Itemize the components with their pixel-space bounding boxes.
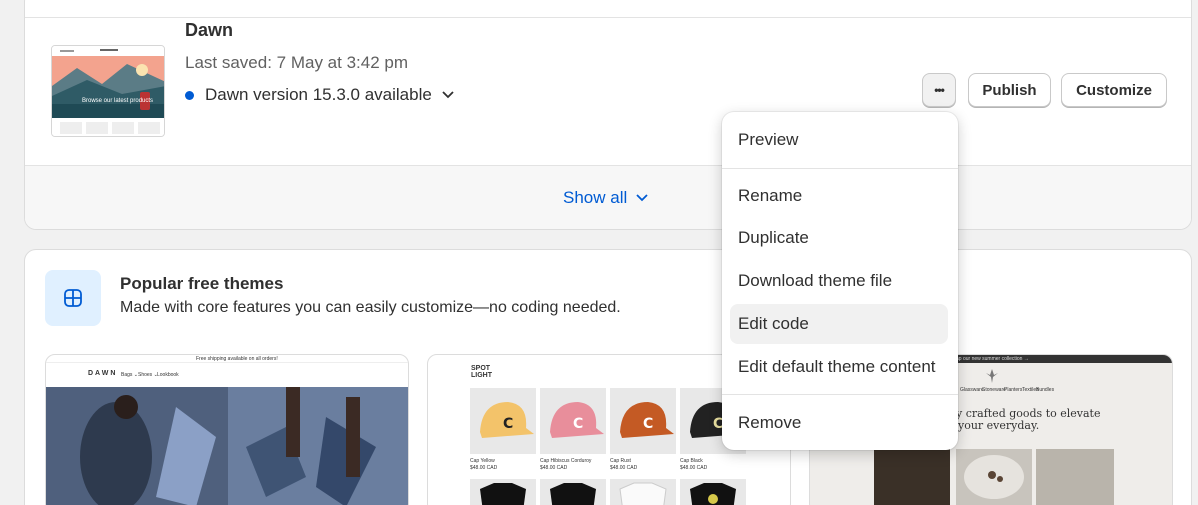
popular-themes-subtitle: Made with core features you can easily c…: [120, 299, 621, 316]
product-price: $48.00 CAD: [610, 465, 638, 471]
preview-logo-line2: LIGHT: [471, 372, 492, 379]
preview-nav-item: Bags ⌄: [121, 372, 138, 378]
theme-preview-dawn[interactable]: Free shipping available on all orders! D…: [45, 354, 409, 505]
customize-button[interactable]: Customize: [1061, 73, 1167, 107]
theme-thumbnail-image: [52, 46, 164, 136]
card-top-strip: [25, 0, 1191, 18]
svg-text:C: C: [503, 416, 513, 432]
svg-text:C: C: [643, 416, 653, 432]
chevron-down-icon[interactable]: [442, 91, 454, 99]
show-all-label: Show all: [563, 188, 628, 207]
popular-themes-title: Popular free themes: [120, 274, 284, 293]
menu-item-edit-default-content[interactable]: Edit default theme content: [730, 347, 948, 387]
chevron-down-icon: [636, 194, 648, 202]
menu-item-download[interactable]: Download theme file: [730, 261, 948, 301]
menu-divider: [722, 394, 958, 395]
preview-hero-image: [874, 449, 1114, 505]
brand-logo-icon: [986, 369, 998, 383]
preview-nav-item: Glassware: [960, 387, 984, 393]
theme-layout-icon: [45, 270, 101, 326]
svg-text:C: C: [573, 416, 583, 432]
preview-banner-text: Free shipping available on all orders!: [196, 356, 278, 362]
product-image: C: [470, 388, 536, 454]
product-name: Cap Yellow: [470, 458, 495, 464]
preview-banner-text: ap our new summer collection →: [956, 356, 1029, 362]
preview-hero-image: [46, 387, 408, 505]
version-notice[interactable]: Dawn version 15.3.0 available: [185, 85, 454, 105]
preview-nav-item: Lookbook: [157, 372, 179, 378]
product-price: $48.00 CAD: [680, 465, 708, 471]
ellipsis-icon: •••: [934, 83, 945, 97]
publish-button[interactable]: Publish: [968, 73, 1051, 107]
product-image: [680, 479, 746, 505]
product-name: Cap Rust: [610, 458, 631, 464]
status-dot-icon: [185, 90, 194, 100]
menu-divider: [722, 168, 958, 169]
show-all-link[interactable]: Show all: [563, 188, 648, 208]
menu-item-rename[interactable]: Rename: [730, 176, 948, 216]
preview-nav-item: Shoes ⌄: [138, 372, 158, 378]
menu-item-remove[interactable]: Remove: [730, 403, 948, 443]
menu-item-edit-code[interactable]: Edit code: [730, 304, 948, 344]
product-price: $48.00 CAD: [470, 465, 498, 471]
product-image: C: [610, 388, 676, 454]
menu-item-duplicate[interactable]: Duplicate: [730, 218, 948, 258]
theme-thumbnail[interactable]: Browse our latest products: [51, 45, 165, 137]
product-image: [610, 479, 676, 505]
more-actions-button[interactable]: •••: [922, 73, 956, 107]
preview-logo-line1: SPOT: [471, 365, 491, 372]
product-image: C: [540, 388, 606, 454]
preview-banner: Free shipping available on all orders!: [46, 355, 408, 363]
product-image: [540, 479, 606, 505]
thumbnail-hero-text: Browse our latest products: [82, 98, 154, 104]
popular-themes-card: Popular free themes Made with core featu…: [24, 249, 1192, 505]
product-price: $48.00 CAD: [540, 465, 568, 471]
product-name: Cap Hibiscus Corduroy: [540, 458, 592, 464]
preview-nav-item: Stoneware: [982, 387, 1006, 393]
product-name: Cap Black: [680, 458, 703, 464]
theme-actions-menu: Preview Rename Duplicate Download theme …: [722, 112, 958, 450]
last-saved-text: Last saved: 7 May at 3:42 pm: [185, 53, 409, 72]
current-theme-card: Browse our latest products Dawn Last sav…: [24, 0, 1192, 230]
preview-headline-2: your everyday.: [958, 419, 1040, 432]
menu-item-preview[interactable]: Preview: [730, 120, 948, 160]
preview-logo: DAWN: [88, 370, 118, 377]
version-notice-label: Dawn version 15.3.0 available: [205, 85, 432, 104]
product-image: [470, 479, 536, 505]
preview-nav-item: Bundles: [1036, 387, 1055, 393]
theme-name: Dawn: [185, 20, 234, 40]
preview-nav-item: Planters: [1004, 387, 1023, 393]
